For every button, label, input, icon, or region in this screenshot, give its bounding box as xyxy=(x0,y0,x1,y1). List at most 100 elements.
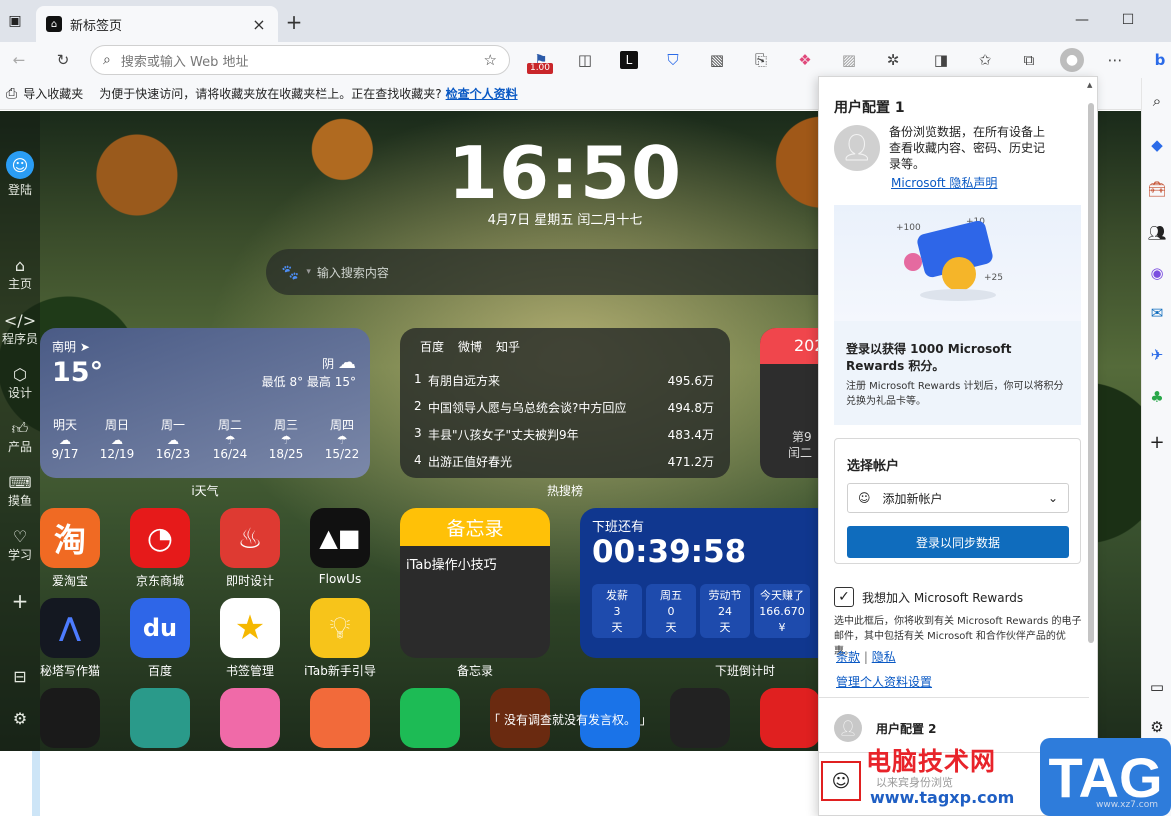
refresh-icon[interactable]: ↻ xyxy=(48,45,78,75)
app-icon-jishi[interactable]: ♨ xyxy=(220,508,280,568)
extensions-icon[interactable]: ✲ xyxy=(878,45,908,75)
donut-icon xyxy=(904,253,922,271)
profile2-label[interactable]: 用户配置 2 xyxy=(876,720,937,737)
signin-sync-button[interactable]: 登录以同步数据 xyxy=(847,526,1069,558)
scroll-up-icon[interactable]: ▲ xyxy=(1087,81,1092,89)
check-profile-link[interactable]: 检查个人资料 xyxy=(446,85,518,102)
sidebar-layout-icon[interactable]: ▭ xyxy=(1142,678,1171,696)
split-screen-icon[interactable]: ◨ xyxy=(926,45,956,75)
picture-icon[interactable]: ▨ xyxy=(834,45,864,75)
maximize-icon[interactable]: ☐ xyxy=(1108,8,1148,32)
nav-item-design[interactable]: ⬡ 设计 xyxy=(0,366,40,401)
settings-icon[interactable]: ⚙ xyxy=(0,709,40,728)
hot-item[interactable]: 4 出游正值好春光 471.2万 xyxy=(414,453,714,470)
nav-item-fishing[interactable]: ⌨ 摸鱼 xyxy=(0,474,40,509)
tab-actions-icon[interactable]: ▣ xyxy=(6,12,24,30)
hot-tab[interactable]: 百度 xyxy=(420,338,444,355)
terms-link[interactable]: 条款 xyxy=(836,650,860,664)
tree-icon[interactable]: ♣ xyxy=(1142,388,1171,406)
memo-widget[interactable]: 备忘录 iTab操作小技巧 xyxy=(400,508,550,658)
import-favorites-icon[interactable]: ⎙ xyxy=(6,86,17,102)
account-select[interactable]: ☺ 添加新帐户 ⌄ xyxy=(847,483,1069,513)
app-icon-itab-guide[interactable]: 💡︎ xyxy=(310,598,370,658)
collections-icon[interactable]: ⧉ xyxy=(1014,45,1044,75)
hot-tab[interactable]: 微博 xyxy=(458,338,482,355)
memo-item[interactable]: iTab操作小技巧 xyxy=(400,546,550,581)
join-rewards-checkbox[interactable]: ✓ xyxy=(834,587,854,607)
scroll-thumb[interactable] xyxy=(1088,103,1094,643)
join-rewards-label[interactable]: 我想加入 Microsoft Rewards xyxy=(862,589,1023,606)
shopping-tag-icon[interactable]: ◆ xyxy=(1142,136,1171,154)
hot-item[interactable]: 3 丰县"八孩女子"丈夫被判9年 483.4万 xyxy=(414,426,714,443)
checkmark-icon: ✓ xyxy=(838,589,850,605)
nav-item-programmer[interactable]: </> 程序员 xyxy=(0,312,40,347)
new-tab-icon[interactable]: + xyxy=(284,10,304,34)
hot-item[interactable]: 1 有朋自远方来 495.6万 xyxy=(414,372,714,389)
app-icon-row3[interactable] xyxy=(310,688,370,748)
extension-l-icon[interactable]: L xyxy=(614,45,644,75)
add-nav-icon[interactable]: + xyxy=(0,589,40,613)
app-label: 秘塔写作猫 xyxy=(39,664,100,678)
privacy-statement-link[interactable]: Microsoft 隐私声明 xyxy=(891,174,997,191)
browser-tab[interactable]: ⌂ 新标签页 × xyxy=(36,6,278,42)
profile2-avatar-icon[interactable]: 👤︎ xyxy=(834,714,862,742)
app-icon-flowus[interactable]: ▲■ xyxy=(310,508,370,568)
privacy-link[interactable]: 隐私 xyxy=(872,650,896,664)
login-item[interactable]: ☺ 登陆 xyxy=(0,151,40,198)
nav-item-home[interactable]: ⌂ 主页 xyxy=(0,257,40,292)
itab-search-input[interactable]: 输入搜索内容 xyxy=(317,264,389,281)
app-icon-row3[interactable] xyxy=(130,688,190,748)
hot-search-widget[interactable]: 百度 微博 知乎 1 有朋自远方来 495.6万 2 中国领导人愿与乌总统会谈?中方回… xyxy=(400,328,730,478)
add-sidebar-icon[interactable]: + xyxy=(1142,432,1171,453)
shield-icon[interactable]: ⛉ xyxy=(658,45,688,75)
clipboard-icon[interactable]: ⎘ xyxy=(746,45,776,75)
import-favorites-button[interactable]: 导入收藏夹 xyxy=(23,85,83,102)
address-bar[interactable]: ⌕ 搜索或输入 Web 地址 ☆ xyxy=(90,45,510,75)
app-icon-mita[interactable]: ⋀ xyxy=(40,598,100,658)
office-icon[interactable]: ◉ xyxy=(1142,264,1171,282)
flyout-scrollbar[interactable]: ▲ xyxy=(1087,81,1095,811)
app-icon-baidu[interactable]: du xyxy=(130,598,190,658)
chevron-down-icon[interactable]: ▾ xyxy=(306,267,311,277)
games-icon[interactable]: ✈ xyxy=(1142,346,1171,364)
hot-item[interactable]: 2 中国领导人愿与乌总统会谈?中方回应 494.8万 xyxy=(414,399,714,416)
weather-condition: 阴 xyxy=(322,357,335,371)
nav-item-product[interactable]: 👍︎ 产品 xyxy=(0,420,40,455)
countdown-widget[interactable]: 下班还有 00:39:58 发薪 3 天 周五 0 天 劳动节 24 天 今天赚了 166.6… xyxy=(580,508,840,658)
guest-icon[interactable]: ☺ xyxy=(821,761,861,801)
countdown-title: 下班还有 xyxy=(592,520,645,535)
minimize-icon[interactable]: — xyxy=(1062,8,1102,32)
bing-icon[interactable]: b xyxy=(1145,45,1171,75)
nav-label: 学习 xyxy=(7,548,32,562)
outlook-icon[interactable]: ✉ xyxy=(1142,304,1171,322)
app-icon-bookmarks[interactable]: ★ xyxy=(220,598,280,658)
baidu-paw-icon[interactable]: 🐾︎ xyxy=(280,263,300,282)
app-icon-jd[interactable]: ◔ xyxy=(130,508,190,568)
close-tab-icon[interactable]: × xyxy=(250,15,268,34)
search-icon[interactable]: ⌕ xyxy=(1142,92,1171,110)
app-icon-row3[interactable] xyxy=(40,688,100,748)
image-icon[interactable]: ▧ xyxy=(702,45,732,75)
people-icon[interactable]: 👥︎ xyxy=(1142,224,1171,242)
profile-avatar-icon[interactable]: ● xyxy=(1060,48,1084,72)
more-options-icon[interactable]: ⋯ xyxy=(1100,45,1130,75)
favorites-icon[interactable]: ✩ xyxy=(970,45,1000,75)
gift-icon[interactable]: ❖ xyxy=(790,45,820,75)
back-icon[interactable]: ← xyxy=(4,45,34,75)
weather-widget[interactable]: 南明 ➤ 15° 阴 ☁ 最低 8° 最高 15° 明天 ☁ 9/17 周日 ☁ 12/… xyxy=(40,328,370,478)
sidebar-settings-icon[interactable]: ⚙ xyxy=(1142,718,1171,736)
reader-icon[interactable]: ◫ xyxy=(570,45,600,75)
forecast-day: 周二 ☂ 16/24 xyxy=(205,416,255,461)
app-icon-row3[interactable] xyxy=(760,688,820,748)
itab-search-bar[interactable]: 🐾︎ ▾ 输入搜索内容 xyxy=(266,249,856,295)
address-input[interactable]: 搜索或输入 Web 地址 xyxy=(121,51,484,70)
add-favorite-icon[interactable]: ☆ xyxy=(484,51,497,69)
page-accent-bar xyxy=(32,751,40,816)
tools-icon[interactable]: 🧰︎ xyxy=(1142,180,1171,198)
app-label: 即时设计 xyxy=(225,574,274,588)
manage-profile-link[interactable]: 管理个人资料设置 xyxy=(836,673,932,690)
hot-tab[interactable]: 知乎 xyxy=(496,338,520,355)
nav-item-study[interactable]: ♡ 学习 xyxy=(0,528,40,563)
app-icon-row3[interactable] xyxy=(220,688,280,748)
app-icon-taobao[interactable]: 淘 xyxy=(40,508,100,568)
